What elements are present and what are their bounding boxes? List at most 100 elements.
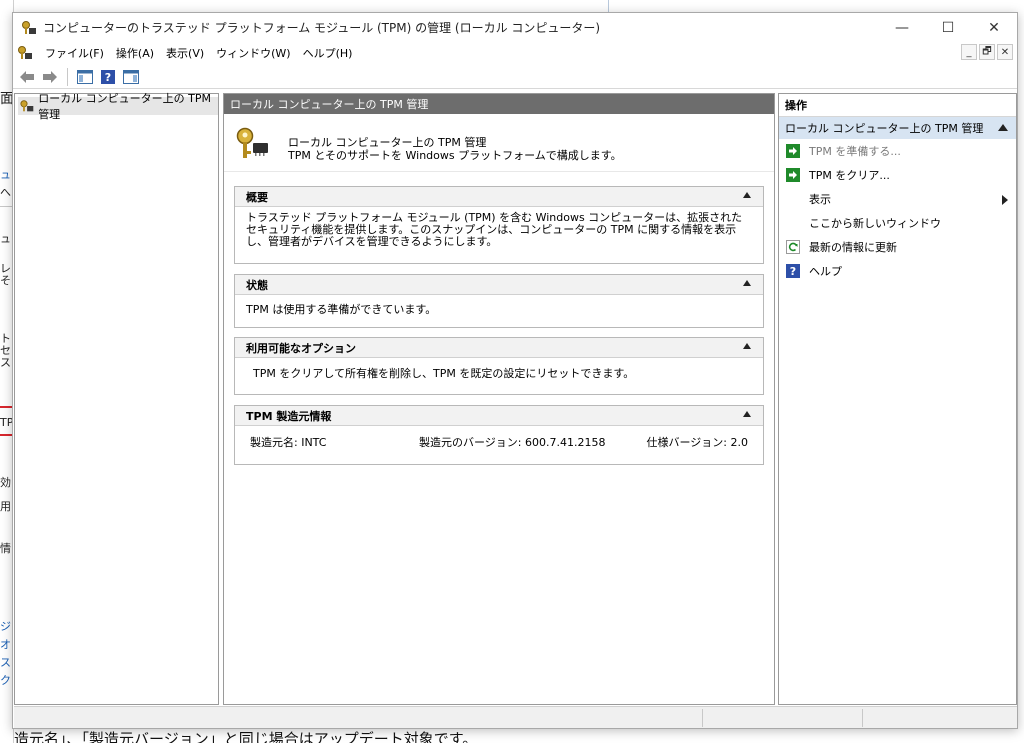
tpm-app-icon bbox=[22, 20, 36, 34]
toolbar: ? bbox=[13, 65, 1017, 89]
status-bar-divider bbox=[862, 709, 863, 727]
collapse-icon[interactable] bbox=[743, 280, 751, 286]
status-panel: 状態 TPM は使用する準備ができています。 bbox=[234, 274, 764, 328]
menu-help[interactable]: ヘルプ(H) bbox=[297, 45, 359, 61]
mdi-close-button[interactable]: ✕ bbox=[997, 44, 1013, 60]
action-label: TPM をクリア... bbox=[809, 169, 890, 182]
help-toolbar-button[interactable]: ? bbox=[98, 67, 118, 87]
bg-fragment: 用 bbox=[0, 500, 11, 513]
overview-panel-body: トラステッド プラットフォーム モジュール (TPM) を含む Windows … bbox=[246, 211, 743, 248]
action-new-window[interactable]: ここから新しいウィンドウ bbox=[779, 211, 1016, 235]
forward-button[interactable] bbox=[40, 67, 60, 87]
svg-text:?: ? bbox=[790, 265, 796, 278]
help-icon: ? bbox=[786, 264, 800, 278]
back-button[interactable] bbox=[17, 67, 37, 87]
manufacturer-panel-header[interactable]: TPM 製造元情報 bbox=[235, 406, 763, 426]
status-panel-title: 状態 bbox=[246, 278, 268, 292]
arrow-left-icon bbox=[20, 70, 34, 83]
overview-panel: 概要 トラステッド プラットフォーム モジュール (TPM) を含む Windo… bbox=[234, 186, 764, 264]
options-panel-title: 利用可能なオプション bbox=[246, 341, 356, 355]
tree-item-tpm-management[interactable]: ローカル コンピューター上の TPM 管理 bbox=[18, 92, 218, 121]
collapse-icon[interactable] bbox=[998, 124, 1008, 131]
run-action-icon bbox=[786, 168, 800, 182]
status-bar-divider bbox=[702, 709, 703, 727]
status-panel-header[interactable]: 状態 bbox=[235, 275, 763, 295]
bg-fragment: ュ bbox=[0, 168, 11, 181]
console-tree-icon bbox=[77, 69, 93, 84]
maximize-button[interactable]: ☐ bbox=[925, 13, 971, 42]
menu-window[interactable]: ウィンドウ(W) bbox=[210, 45, 296, 61]
bg-fragment: ス bbox=[0, 656, 11, 669]
action-label: 表示 bbox=[809, 193, 831, 206]
collapse-icon[interactable] bbox=[743, 411, 751, 417]
manufacturer-panel-title: TPM 製造元情報 bbox=[246, 409, 332, 423]
intro-description: TPM とそのサポートを Windows プラットフォームで構成します。 bbox=[288, 149, 622, 162]
action-help[interactable]: ? ヘルプ bbox=[779, 259, 1016, 283]
content-pane: ローカル コンピューター上の TPM 管理 ローカル コンピューター上の TPM… bbox=[223, 93, 775, 705]
show-hide-action-pane-button[interactable] bbox=[121, 67, 141, 87]
action-label: 最新の情報に更新 bbox=[809, 241, 897, 254]
arrow-right-icon bbox=[43, 70, 57, 83]
manufacturer-panel: TPM 製造元情報 製造元名: INTC 製造元のバージョン: 600.7.41… bbox=[234, 405, 764, 465]
bg-fragment: 効 bbox=[0, 476, 11, 489]
overview-panel-header[interactable]: 概要 bbox=[235, 187, 763, 207]
tree-item-label: ローカル コンピューター上の TPM 管理 bbox=[38, 92, 212, 121]
tpm-large-icon bbox=[236, 127, 268, 158]
toolbar-separator bbox=[67, 67, 68, 86]
content-header: ローカル コンピューター上の TPM 管理 bbox=[224, 94, 774, 114]
background-divider bbox=[608, 0, 609, 12]
mdi-restore-button[interactable]: 🗗 bbox=[979, 44, 995, 60]
title-bar[interactable]: コンピューターのトラステッド プラットフォーム モジュール (TPM) の管理 … bbox=[13, 13, 1017, 42]
bg-fragment: へ bbox=[0, 186, 11, 199]
actions-section-title: ローカル コンピューター上の TPM 管理 bbox=[785, 122, 984, 135]
action-label: ここから新しいウィンドウ bbox=[809, 217, 941, 230]
collapse-icon[interactable] bbox=[743, 343, 751, 349]
window-title: コンピューターのトラステッド プラットフォーム モジュール (TPM) の管理 … bbox=[43, 21, 601, 35]
collapse-icon[interactable] bbox=[743, 192, 751, 198]
tpm-management-window: コンピューターのトラステッド プラットフォーム モジュール (TPM) の管理 … bbox=[12, 12, 1018, 729]
mdi-minimize-button[interactable]: _ bbox=[961, 44, 977, 60]
action-clear-tpm[interactable]: TPM をクリア... bbox=[779, 163, 1016, 187]
window-controls: — ☐ ✕ bbox=[879, 13, 1017, 42]
bg-fragment: オ bbox=[0, 638, 11, 651]
menu-view[interactable]: 表示(V) bbox=[160, 45, 210, 61]
options-panel: 利用可能なオプション TPM をクリアして所有権を削除し、TPM を既定の設定に… bbox=[234, 337, 764, 395]
menu-file[interactable]: ファイル(F) bbox=[39, 45, 110, 61]
status-bar bbox=[14, 706, 1017, 728]
submenu-arrow-icon bbox=[1002, 195, 1008, 205]
action-prepare-tpm[interactable]: TPM を準備する... bbox=[779, 139, 1016, 163]
minimize-button[interactable]: — bbox=[879, 13, 925, 42]
background-bottom-text: 造元名」、「製造元バージョン」と同じ場合はアップデート対象です。 bbox=[14, 730, 478, 743]
action-view[interactable]: 表示 bbox=[779, 187, 1016, 211]
mdi-controls: _ 🗗 ✕ bbox=[961, 44, 1013, 60]
console-tree: ローカル コンピューター上の TPM 管理 bbox=[14, 92, 219, 705]
overview-panel-title: 概要 bbox=[246, 190, 268, 204]
run-action-icon bbox=[786, 144, 800, 158]
action-pane-icon bbox=[123, 69, 139, 84]
action-label: TPM を準備する... bbox=[809, 145, 901, 158]
options-panel-header[interactable]: 利用可能なオプション bbox=[235, 338, 763, 358]
refresh-icon bbox=[786, 240, 800, 254]
actions-header: 操作 bbox=[779, 94, 1016, 117]
actions-pane: 操作 ローカル コンピューター上の TPM 管理 TPM を準備する... TP… bbox=[778, 93, 1017, 705]
menu-bar: ファイル(F) 操作(A) 表示(V) ウィンドウ(W) ヘルプ(H) _ 🗗 … bbox=[13, 42, 1017, 64]
intro-section: ローカル コンピューター上の TPM 管理 TPM とそのサポートを Windo… bbox=[224, 116, 774, 172]
bg-fragment: ク bbox=[0, 674, 11, 687]
mmc-icon[interactable] bbox=[17, 45, 33, 61]
actions-section-header[interactable]: ローカル コンピューター上の TPM 管理 bbox=[779, 117, 1016, 139]
manufacturer-name: 製造元名: INTC bbox=[250, 436, 327, 449]
close-button[interactable]: ✕ bbox=[971, 13, 1017, 42]
spec-version: 仕様バージョン: 2.0 bbox=[646, 436, 748, 449]
manufacturer-version: 製造元のバージョン: 600.7.41.2158 bbox=[419, 436, 606, 449]
options-panel-body: TPM をクリアして所有権を削除し、TPM を既定の設定にリセットできます。 bbox=[253, 367, 635, 380]
menu-action[interactable]: 操作(A) bbox=[110, 45, 160, 61]
manufacturer-panel-body: 製造元名: INTC 製造元のバージョン: 600.7.41.2158 仕様バー… bbox=[235, 426, 763, 464]
bg-fragment: 情 bbox=[0, 542, 11, 555]
svg-text:?: ? bbox=[105, 71, 111, 84]
help-icon: ? bbox=[101, 69, 115, 84]
tpm-key-icon bbox=[20, 100, 34, 112]
show-hide-tree-button[interactable] bbox=[75, 67, 95, 87]
action-label: ヘルプ bbox=[809, 265, 842, 278]
bg-fragment: ジ bbox=[0, 620, 11, 633]
action-refresh[interactable]: 最新の情報に更新 bbox=[779, 235, 1016, 259]
